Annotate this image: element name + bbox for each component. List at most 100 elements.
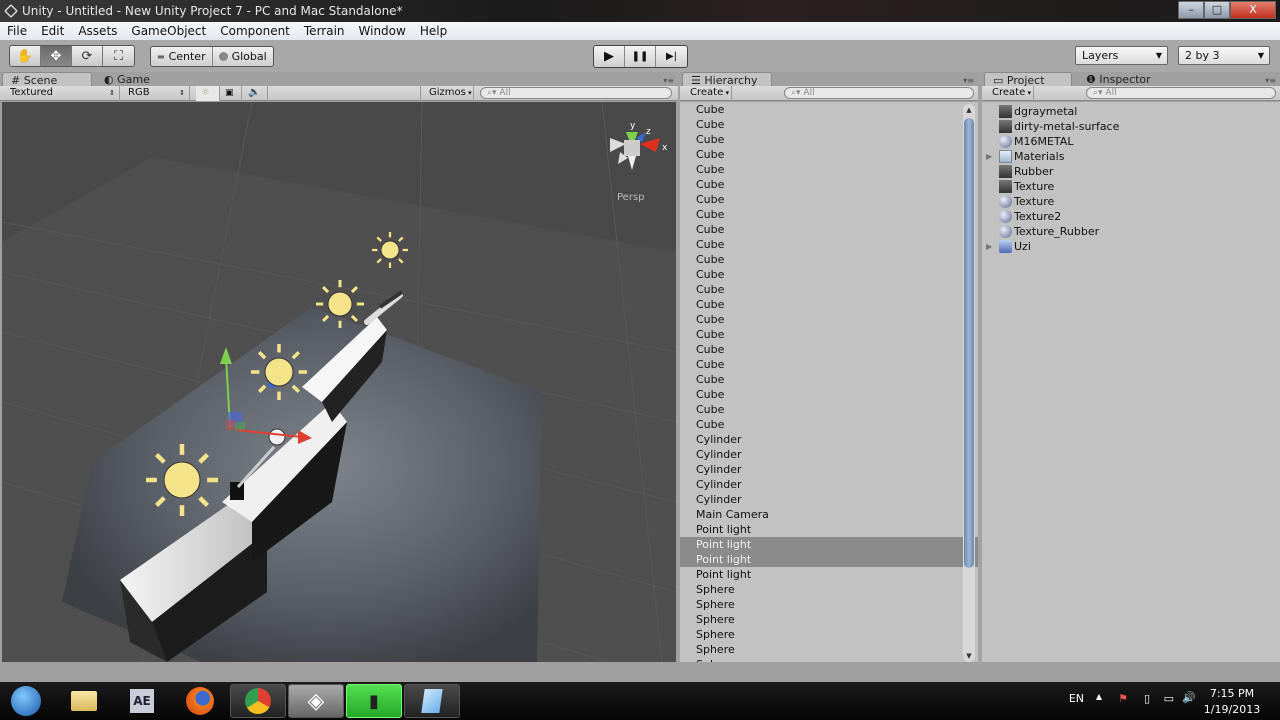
network-icon[interactable]: ▭: [1164, 692, 1174, 705]
hierarchy-item[interactable]: Point light: [680, 522, 978, 537]
hierarchy-item[interactable]: Cube: [680, 267, 978, 282]
project-item[interactable]: M16METAL: [982, 134, 1280, 149]
tab-game[interactable]: ◐ Game: [96, 72, 158, 87]
panel-menu-icon[interactable]: ▾≡: [663, 76, 674, 85]
hierarchy-item[interactable]: Cube: [680, 417, 978, 432]
project-item[interactable]: Texture2: [982, 209, 1280, 224]
panel-menu-icon[interactable]: ▾≡: [963, 76, 974, 85]
hierarchy-item[interactable]: Cube: [680, 372, 978, 387]
hierarchy-item[interactable]: Main Camera: [680, 507, 978, 522]
rotate-tool-button[interactable]: ⟳: [72, 46, 103, 66]
maximize-button[interactable]: □: [1204, 1, 1230, 19]
hierarchy-item[interactable]: Cube: [680, 357, 978, 372]
hierarchy-item[interactable]: Cube: [680, 147, 978, 162]
hierarchy-item[interactable]: Sphere: [680, 627, 978, 642]
scroll-up-icon[interactable]: ▲: [963, 106, 975, 114]
scrollbar-thumb[interactable]: [964, 118, 974, 568]
hierarchy-item[interactable]: Cube: [680, 117, 978, 132]
hierarchy-scrollbar[interactable]: ▲ ▼: [963, 104, 975, 662]
project-item[interactable]: Texture_Rubber: [982, 224, 1280, 239]
power-icon[interactable]: ▯: [1144, 692, 1150, 705]
taskbar-chrome[interactable]: [230, 684, 286, 718]
menu-help[interactable]: Help: [413, 24, 454, 38]
pause-button[interactable]: ❚❚: [625, 46, 656, 67]
project-search-input[interactable]: ⌕▾ All: [1086, 87, 1276, 99]
menu-gameobject[interactable]: GameObject: [124, 24, 213, 38]
language-indicator[interactable]: EN: [1069, 692, 1084, 705]
scene-lighting-toggle[interactable]: ☼: [196, 86, 220, 101]
hierarchy-item[interactable]: Sphere: [680, 612, 978, 627]
color-mode-dropdown[interactable]: RGB ⇕: [120, 86, 190, 101]
tab-project[interactable]: ▭ Project: [984, 72, 1072, 87]
gizmos-dropdown[interactable]: Gizmos ▾: [420, 86, 474, 101]
hierarchy-item[interactable]: Sphere: [680, 597, 978, 612]
tab-scene[interactable]: # Scene: [2, 72, 92, 87]
tab-inspector[interactable]: ❶ Inspector: [1078, 72, 1159, 87]
hierarchy-create-button[interactable]: Create ▾: [682, 86, 732, 101]
taskbar-firefox[interactable]: [172, 684, 228, 718]
action-center-icon[interactable]: ⚑: [1118, 692, 1128, 705]
hierarchy-item[interactable]: Cube: [680, 252, 978, 267]
layers-dropdown[interactable]: Layers ▼: [1075, 46, 1168, 65]
scene-viewport[interactable]: y z x Persp: [2, 102, 676, 662]
hierarchy-item[interactable]: Cube: [680, 177, 978, 192]
hierarchy-item[interactable]: Cube: [680, 282, 978, 297]
tab-hierarchy[interactable]: ☰ Hierarchy: [682, 72, 772, 87]
hierarchy-search-input[interactable]: ⌕▾ All: [784, 87, 974, 99]
project-item[interactable]: Rubber: [982, 164, 1280, 179]
minimize-button[interactable]: –: [1178, 1, 1204, 19]
hierarchy-item[interactable]: Point light: [680, 552, 978, 567]
scene-render[interactable]: y z x Persp: [2, 102, 676, 662]
hierarchy-item[interactable]: Cube: [680, 192, 978, 207]
clock-date[interactable]: 1/19/2013: [1202, 703, 1262, 716]
hierarchy-item[interactable]: Cube: [680, 162, 978, 177]
scale-tool-button[interactable]: ⛶: [103, 46, 134, 66]
pivot-center-button[interactable]: ▬ Center: [151, 47, 213, 66]
expand-arrow-icon[interactable]: ▶: [986, 149, 992, 164]
project-item[interactable]: Texture: [982, 179, 1280, 194]
hierarchy-item[interactable]: Point light: [680, 537, 978, 552]
hierarchy-item[interactable]: Cube: [680, 207, 978, 222]
project-item[interactable]: Texture: [982, 194, 1280, 209]
hierarchy-item[interactable]: Cube: [680, 102, 978, 117]
hierarchy-item[interactable]: Point light: [680, 567, 978, 582]
project-item[interactable]: dgraymetal: [982, 104, 1280, 119]
hierarchy-item[interactable]: Cylinder: [680, 492, 978, 507]
scene-overlay-toggle[interactable]: ▣: [220, 86, 242, 101]
layout-dropdown[interactable]: 2 by 3 ▼: [1178, 46, 1270, 65]
hierarchy-item[interactable]: Cylinder: [680, 462, 978, 477]
project-create-button[interactable]: Create ▾: [984, 86, 1034, 101]
hierarchy-item[interactable]: Cube: [680, 222, 978, 237]
menu-file[interactable]: File: [0, 24, 34, 38]
step-button[interactable]: ▶|: [656, 46, 687, 67]
expand-arrow-icon[interactable]: ▶: [986, 239, 992, 254]
rotation-global-button[interactable]: Global: [213, 47, 273, 66]
hierarchy-item[interactable]: Cube: [680, 402, 978, 417]
hierarchy-item[interactable]: Sphere: [680, 642, 978, 657]
menu-edit[interactable]: Edit: [34, 24, 71, 38]
taskbar-unity[interactable]: ◈: [288, 684, 344, 718]
hierarchy-item[interactable]: Cube: [680, 297, 978, 312]
taskbar-notepad[interactable]: [404, 684, 460, 718]
menu-terrain[interactable]: Terrain: [297, 24, 352, 38]
menu-window[interactable]: Window: [352, 24, 413, 38]
hierarchy-item[interactable]: Cube: [680, 132, 978, 147]
hierarchy-item[interactable]: Cylinder: [680, 432, 978, 447]
hierarchy-item[interactable]: Cube: [680, 387, 978, 402]
play-button[interactable]: ▶: [594, 46, 625, 67]
view-mode-label[interactable]: Persp: [617, 192, 645, 203]
hierarchy-item[interactable]: Cylinder: [680, 477, 978, 492]
hierarchy-item[interactable]: Cube: [680, 342, 978, 357]
hierarchy-item[interactable]: Cylinder: [680, 447, 978, 462]
hierarchy-item[interactable]: Cube: [680, 237, 978, 252]
scene-search-input[interactable]: ⌕▾ All: [480, 87, 672, 99]
project-item[interactable]: ▶ Materials: [982, 149, 1280, 164]
taskbar-after-effects[interactable]: AE: [114, 684, 170, 718]
scene-audio-toggle[interactable]: 🔈: [242, 86, 268, 101]
render-mode-dropdown[interactable]: Textured ⇕: [2, 86, 120, 101]
menu-component[interactable]: Component: [213, 24, 297, 38]
volume-icon[interactable]: 🔊: [1182, 691, 1196, 704]
hierarchy-item[interactable]: Cube: [680, 312, 978, 327]
move-tool-button[interactable]: ✥: [41, 46, 72, 66]
project-item[interactable]: ▶ Uzi: [982, 239, 1280, 254]
